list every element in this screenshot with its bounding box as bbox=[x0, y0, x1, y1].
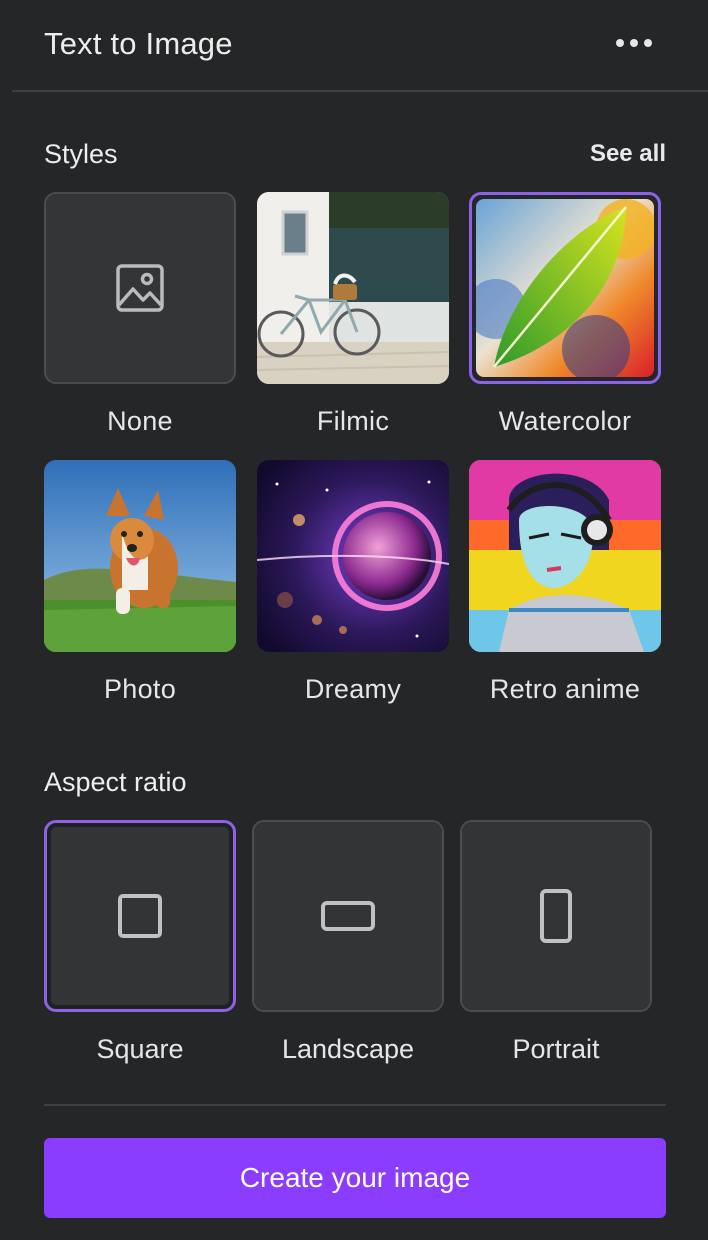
style-label-photo: Photo bbox=[103, 674, 177, 704]
aspect-ratio-label-square: Square bbox=[96, 1034, 184, 1064]
portrait-icon bbox=[540, 889, 572, 943]
panel-title: Text to Image bbox=[44, 26, 233, 61]
image-icon bbox=[116, 264, 164, 312]
header-divider bbox=[12, 90, 708, 92]
aspect-ratio-section-title: Aspect ratio bbox=[44, 767, 187, 797]
more-horizontal-icon bbox=[616, 39, 624, 47]
more-options-button[interactable] bbox=[606, 26, 662, 60]
style-label-filmic: Filmic bbox=[316, 406, 390, 436]
styles-section-title: Styles bbox=[44, 139, 118, 169]
footer-divider bbox=[44, 1104, 666, 1106]
create-image-button[interactable]: Create your image bbox=[44, 1138, 666, 1218]
style-label-dreamy: Dreamy bbox=[304, 674, 402, 704]
aspect-ratio-label-landscape: Landscape bbox=[281, 1034, 415, 1064]
aspect-ratio-label-portrait: Portrait bbox=[512, 1034, 600, 1064]
panel-header: Text to Image bbox=[0, 0, 708, 92]
style-card-dreamy[interactable] bbox=[257, 460, 449, 652]
see-all-link[interactable]: See all bbox=[566, 140, 666, 168]
style-card-filmic[interactable] bbox=[257, 192, 449, 384]
style-card-watercolor[interactable] bbox=[469, 192, 661, 384]
landscape-icon bbox=[321, 901, 375, 931]
style-card-retro-anime[interactable] bbox=[469, 460, 661, 652]
photo-thumbnail bbox=[44, 460, 236, 652]
style-label-retro-anime: Retro anime bbox=[489, 674, 641, 704]
aspect-ratio-square[interactable] bbox=[44, 820, 236, 1012]
style-card-photo[interactable] bbox=[44, 460, 236, 652]
filmic-thumbnail bbox=[257, 192, 449, 384]
retro-anime-thumbnail bbox=[469, 460, 661, 652]
watercolor-thumbnail bbox=[476, 199, 654, 377]
aspect-ratio-landscape[interactable] bbox=[252, 820, 444, 1012]
square-icon bbox=[118, 894, 162, 938]
style-label-none: None bbox=[107, 406, 173, 436]
style-label-watercolor: Watercolor bbox=[498, 406, 632, 436]
dreamy-thumbnail bbox=[257, 460, 449, 652]
style-card-none[interactable] bbox=[44, 192, 236, 384]
aspect-ratio-portrait[interactable] bbox=[460, 820, 652, 1012]
